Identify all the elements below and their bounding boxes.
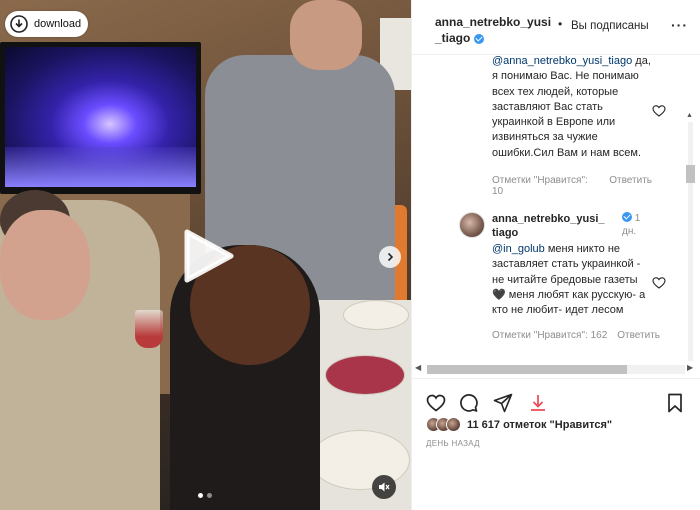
follow-status-button[interactable]: Вы подписаны: [571, 20, 649, 32]
bookmark-icon[interactable]: [665, 393, 685, 413]
photo-man-head: [290, 0, 362, 70]
carousel-dot: [207, 493, 212, 498]
header-username[interactable]: anna_netrebko_yusi_tiago: [435, 14, 555, 46]
next-media-button[interactable]: [379, 246, 401, 268]
comment-text: @in_golub меня никто не заставляет стать…: [492, 243, 646, 317]
comment-item: anna_netrebko_yusi_tiago 1 дн. @in_golub…: [492, 212, 662, 341]
reply-button[interactable]: Ответить: [609, 175, 652, 197]
comments-scrollbar[interactable]: ▲ ▼: [684, 112, 696, 361]
comment-meta: Отметки "Нравится": 162 Ответить: [492, 330, 662, 341]
comment-likes[interactable]: Отметки "Нравится": 10: [492, 175, 599, 197]
comment-likes[interactable]: Отметки "Нравится": 162: [492, 330, 607, 341]
comment-time: 1 дн.: [622, 212, 641, 237]
comment-meta: Отметки "Нравится": 10 Ответить: [492, 175, 652, 197]
scroll-right-arrow[interactable]: ▶: [687, 363, 693, 372]
horizontal-scrollbar[interactable]: ◀ ▶: [412, 361, 700, 377]
header-separator: •: [558, 17, 563, 31]
download-button[interactable]: download: [5, 11, 88, 37]
download-label: download: [34, 18, 82, 30]
photo-plate: [310, 430, 410, 490]
scroll-left-arrow[interactable]: ◀: [415, 363, 421, 372]
verified-icon: [622, 212, 632, 223]
comments-list[interactable]: @anna_netrebko_yusi_tiago да, я понимаю …: [412, 56, 700, 361]
heart-icon[interactable]: [652, 104, 666, 118]
comment-avatar[interactable]: [459, 212, 485, 238]
scroll-up-arrow[interactable]: ▲: [686, 112, 693, 119]
play-icon[interactable]: [183, 228, 235, 284]
liker-avatars: [426, 417, 461, 432]
more-options-button[interactable]: ···: [671, 17, 688, 33]
carousel-dot-active: [198, 493, 203, 498]
save-icon[interactable]: [528, 393, 548, 413]
photo-woman-left-head: [0, 210, 90, 320]
likes-count[interactable]: 11 617 отметок "Нравится": [467, 419, 612, 431]
post-header: anna_netrebko_yusi_tiago • Вы подписаны …: [412, 0, 700, 55]
horizontal-scrollbar-thumb[interactable]: [427, 365, 627, 374]
heart-icon[interactable]: [652, 276, 666, 290]
comment-mention[interactable]: @in_golub: [492, 243, 545, 255]
photo-plate: [325, 355, 405, 395]
post-media[interactable]: download: [0, 0, 411, 510]
comment-item: @anna_netrebko_yusi_tiago да, я понимаю …: [492, 56, 652, 197]
heart-icon[interactable]: [426, 393, 446, 413]
avatar: [446, 417, 461, 432]
post-timestamp: ДЕНЬ НАЗАД: [426, 439, 480, 448]
scrollbar-thumb[interactable]: [686, 165, 695, 183]
mute-icon: [379, 482, 390, 492]
carousel-dots: [198, 493, 212, 498]
share-icon[interactable]: [493, 393, 513, 413]
photo-tv: [0, 42, 201, 194]
reply-button[interactable]: Ответить: [617, 330, 660, 341]
chevron-right-icon: [387, 252, 394, 262]
mute-button[interactable]: [372, 475, 396, 499]
comment-text: @anna_netrebko_yusi_tiago да, я понимаю …: [492, 56, 651, 159]
comment-icon[interactable]: [458, 393, 478, 413]
comment-mention[interactable]: @anna_netrebko_yusi_tiago: [492, 56, 632, 67]
photo-plate: [343, 300, 409, 330]
verified-icon: [473, 33, 484, 44]
photo-wine-glass: [135, 310, 163, 348]
likes-summary[interactable]: 11 617 отметок "Нравится": [426, 417, 612, 432]
post-side-panel: anna_netrebko_yusi_tiago • Вы подписаны …: [411, 0, 700, 510]
download-icon: [10, 15, 28, 33]
